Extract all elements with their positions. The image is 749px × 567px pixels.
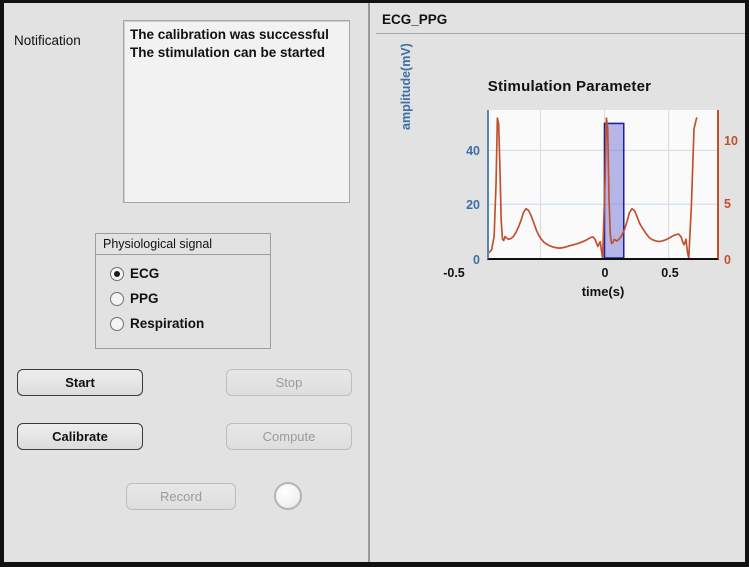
- notification-label: Notification: [14, 33, 81, 48]
- radio-button-icon[interactable]: [110, 316, 124, 331]
- application-window: Notification The calibration was success…: [0, 0, 749, 567]
- notification-line: The calibration was successful: [130, 27, 329, 42]
- radio-option-label: PPG: [130, 291, 159, 306]
- x-tick: 0.5: [661, 266, 679, 280]
- x-tick: -0.5: [443, 266, 465, 280]
- calibrate-button[interactable]: Calibrate: [17, 423, 143, 450]
- x-tick: 0: [601, 266, 609, 280]
- radio-option-ppg[interactable]: PPG: [110, 286, 270, 311]
- panel-title-divider: [376, 33, 745, 34]
- stimulation-parameter-chart: Stimulation Parameter amplitude(mV) 0 20…: [399, 43, 738, 313]
- record-button[interactable]: Record: [126, 483, 236, 510]
- physiological-signal-options: ECG PPG Respiration: [96, 255, 270, 336]
- signal-trace: [489, 117, 698, 258]
- notification-textbox[interactable]: The calibration was successful The stimu…: [123, 20, 350, 203]
- radio-button-icon[interactable]: [110, 291, 124, 306]
- y-tick-left: 0: [473, 253, 480, 267]
- panel-title: ECG_PPG: [382, 12, 448, 27]
- chart-y-axis-label: amplitude(mV): [399, 43, 413, 130]
- chart-title: Stimulation Parameter: [487, 78, 652, 95]
- right-panel: ECG_PPG Stimulation Parameter amplitude(…: [372, 3, 745, 562]
- radio-option-label: Respiration: [130, 316, 205, 331]
- y-tick-left: 20: [466, 198, 480, 212]
- notification-line: The stimulation can be started: [130, 45, 326, 60]
- y-tick-right: 10: [724, 134, 738, 148]
- left-control-panel: Notification The calibration was success…: [4, 3, 370, 562]
- compute-button[interactable]: Compute: [226, 423, 352, 450]
- chart-plot-area: [487, 110, 719, 260]
- radio-option-respiration[interactable]: Respiration: [110, 311, 270, 336]
- chart-x-axis-label: time(s): [581, 284, 625, 299]
- physiological-signal-group-title: Physiological signal: [96, 234, 270, 255]
- chart-svg: [489, 110, 717, 258]
- record-status-led: [274, 482, 302, 510]
- start-button[interactable]: Start: [17, 369, 143, 396]
- y-tick-right: 0: [724, 253, 731, 267]
- physiological-signal-group: Physiological signal ECG PPG Respiration: [95, 233, 271, 349]
- y-tick-left: 40: [466, 144, 480, 158]
- radio-option-ecg[interactable]: ECG: [110, 261, 270, 286]
- y-tick-right: 5: [724, 197, 731, 211]
- radio-option-label: ECG: [130, 266, 160, 281]
- radio-button-icon[interactable]: [110, 266, 124, 281]
- stop-button[interactable]: Stop: [226, 369, 352, 396]
